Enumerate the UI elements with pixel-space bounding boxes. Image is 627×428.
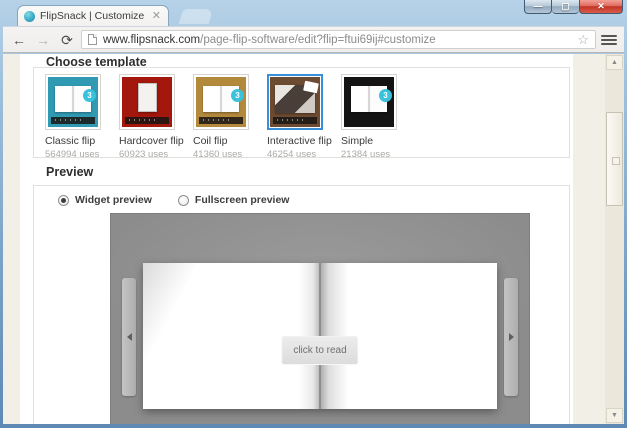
template-name: Coil flip <box>193 135 228 147</box>
template-hardcover-flip[interactable]: 3 Hardcover flip 60923 uses <box>119 74 193 160</box>
flipbook-widget: click to read <box>110 213 530 424</box>
page-number-badge: 3 <box>379 89 392 102</box>
template-coil-flip[interactable]: 3 Coil flip 41360 uses <box>193 74 267 160</box>
tab-close-icon[interactable]: ✕ <box>151 10 162 22</box>
browser-toolbar: ← → ⟳ www.flipsnack.com/page-flip-softwa… <box>3 26 624 53</box>
player-bar <box>125 117 169 124</box>
url-host: www.flipsnack.com <box>103 33 201 46</box>
page-number-badge: 3 <box>83 89 96 102</box>
browser-window: — ▢ ✕ FlipSnack | Customize ✕ ← → ⟳ www.… <box>0 0 627 428</box>
page-icon <box>88 34 97 45</box>
bookmark-star-icon[interactable]: ☆ <box>577 33 589 46</box>
template-uses: 60923 uses <box>119 149 169 160</box>
menu-icon[interactable] <box>600 33 618 47</box>
page-number-badge: 3 <box>231 89 244 102</box>
template-thumbnail: 3 <box>193 74 249 130</box>
minimize-icon: — <box>533 1 543 11</box>
preview-panel: Widget preview Fullscreen preview click … <box>33 185 570 424</box>
close-button[interactable]: ✕ <box>579 0 623 14</box>
click-to-read-button[interactable]: click to read <box>281 336 359 365</box>
template-interactive-flip[interactable]: Interactive flip 46254 uses <box>267 74 341 160</box>
radio-icon <box>177 194 189 206</box>
content-area: Choose template 3 Classic flip 564994 us… <box>20 54 573 424</box>
flipsnack-favicon <box>24 10 35 22</box>
arrow-left-icon <box>126 333 132 341</box>
template-thumbnail <box>267 74 323 130</box>
browser-tab[interactable]: FlipSnack | Customize ✕ <box>17 5 169 26</box>
scrollbar-thumb[interactable] <box>606 112 623 206</box>
page-scrollbar[interactable]: ▲ ▼ <box>605 54 624 424</box>
arrow-right-icon <box>508 333 514 341</box>
player-bar <box>199 117 243 124</box>
back-icon[interactable]: ← <box>9 33 29 47</box>
template-uses: 46254 uses <box>267 149 317 160</box>
preview-heading: Preview <box>46 165 94 179</box>
maximize-button[interactable]: ▢ <box>552 0 579 14</box>
forward-icon[interactable]: → <box>33 33 53 47</box>
template-thumbnail: 3 <box>45 74 101 130</box>
minimize-button[interactable]: — <box>524 0 552 14</box>
new-tab-button[interactable] <box>178 9 214 24</box>
url-path: /page-flip-software/edit?flip=ftui69ij#c… <box>200 33 436 46</box>
player-bar <box>273 117 317 124</box>
template-uses: 21384 uses <box>341 149 391 160</box>
template-uses: 41360 uses <box>193 149 243 160</box>
close-icon: ✕ <box>597 1 605 11</box>
player-bar <box>51 117 95 124</box>
template-uses: 564994 uses <box>45 149 100 160</box>
maximize-icon: ▢ <box>561 1 570 11</box>
template-simple[interactable]: 3 Simple 21384 uses <box>341 74 415 160</box>
template-name: Classic flip <box>45 135 96 147</box>
address-bar[interactable]: www.flipsnack.com/page-flip-software/edi… <box>81 30 596 49</box>
radio-icon <box>58 194 69 206</box>
template-name: Interactive flip <box>267 135 332 147</box>
template-thumbnail: 3 <box>119 74 175 130</box>
template-name: Simple <box>341 135 374 147</box>
widget-preview-radio[interactable]: Widget preview <box>58 194 152 206</box>
next-page-button[interactable] <box>504 278 518 396</box>
url-text: www.flipsnack.com/page-flip-software/edi… <box>103 34 571 46</box>
refresh-icon[interactable]: ⟳ <box>57 33 77 47</box>
template-name: Hardcover flip <box>119 135 184 147</box>
page-viewport: Choose template 3 Classic flip 564994 us… <box>3 54 624 424</box>
scroll-down-arrow[interactable]: ▼ <box>606 408 623 423</box>
template-thumbnail: 3 <box>341 74 397 130</box>
fullscreen-preview-radio[interactable]: Fullscreen preview <box>177 194 289 206</box>
tab-title: FlipSnack | Customize <box>40 10 145 22</box>
window-controls: — ▢ ✕ <box>524 0 623 14</box>
template-list: 3 Classic flip 564994 uses 3 Hardcov <box>33 67 570 160</box>
previous-page-button[interactable] <box>122 278 136 396</box>
preview-mode-options: Widget preview Fullscreen preview <box>58 194 289 206</box>
scroll-up-arrow[interactable]: ▲ <box>606 55 623 70</box>
template-classic-flip[interactable]: 3 Classic flip 564994 uses <box>45 74 119 160</box>
